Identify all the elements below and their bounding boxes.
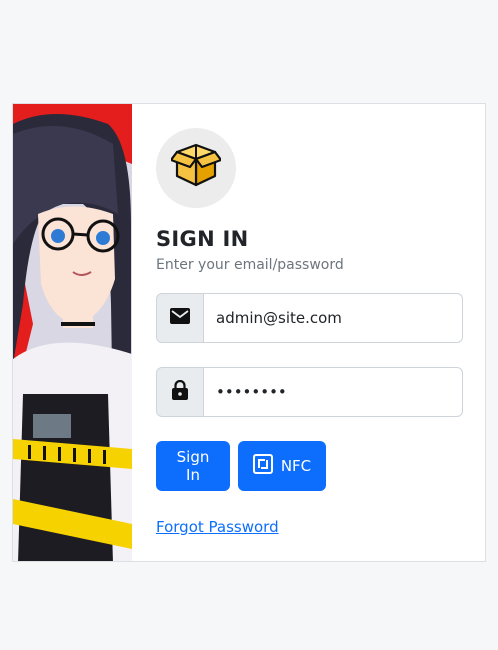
lock-icon [172,379,188,404]
password-addon [156,367,204,417]
page-title: SIGN IN [156,227,249,251]
sign-in-button[interactable]: Sign In [156,441,230,491]
password-field[interactable] [204,367,463,417]
open-box-icon [169,141,223,195]
forgot-password-link[interactable]: Forgot Password [156,518,279,536]
login-card: SIGN IN Enter your email/password admin@… [12,103,486,562]
email-field[interactable] [204,293,463,343]
password-input-group [156,367,463,417]
envelope-icon [170,308,190,328]
nfc-icon [252,454,273,478]
login-form-panel: SIGN IN Enter your email/password admin@… [156,104,466,561]
page-subtitle: Enter your email/password [156,257,344,273]
nfc-button[interactable]: NFC [238,441,326,491]
email-input-group [156,293,463,343]
anime-girl-illustration [13,104,132,561]
email-addon [156,293,204,343]
logo-badge [156,128,236,208]
sign-in-label: Sign In [176,448,210,484]
nfc-label: NFC [280,457,312,475]
